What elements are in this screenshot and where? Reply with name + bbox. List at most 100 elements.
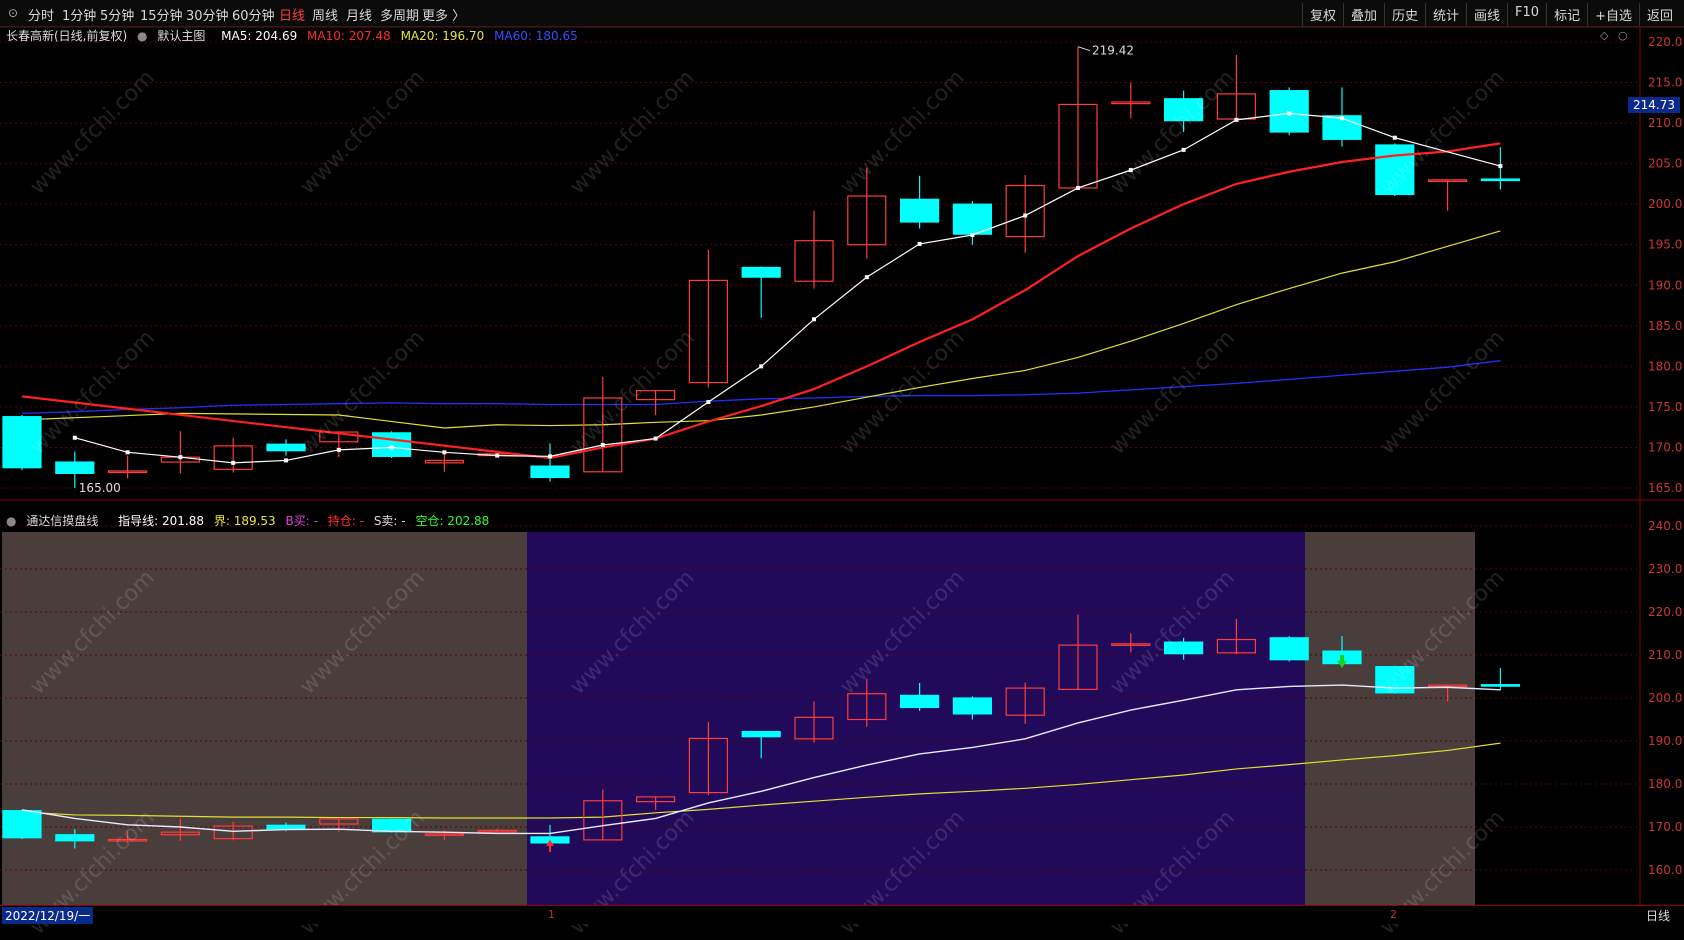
ma5-line-dot: [1234, 117, 1239, 122]
ma5-line-dot: [653, 436, 658, 441]
sub-axis-label: 190.0: [1648, 734, 1682, 748]
candle-body: [530, 465, 570, 479]
sub-candle-body: [55, 834, 95, 842]
main-axis-label: 210.0: [1648, 116, 1682, 130]
period-tab-9[interactable]: 多周期: [380, 5, 419, 24]
period-tab-8[interactable]: 月线: [346, 5, 372, 24]
ma5-line-dot: [1498, 164, 1503, 169]
period-tab-5[interactable]: 60分钟: [232, 5, 275, 24]
main-axis-label: 170.0: [1648, 440, 1682, 454]
candle-body: [55, 461, 95, 475]
period-label[interactable]: 日线: [1646, 907, 1670, 924]
ma5-line-dot: [125, 450, 130, 455]
ma20-value: MA20: 196.70: [400, 29, 485, 43]
period-tab-1[interactable]: 1分钟: [62, 5, 96, 24]
indicator-toggle-icon[interactable]: ●: [6, 514, 16, 528]
ma5-line-dot: [759, 364, 764, 369]
main-axis-label: 180.0: [1648, 359, 1682, 373]
toolbar-button-1[interactable]: 叠加: [1342, 3, 1384, 26]
period-tab-2[interactable]: 5分钟: [100, 5, 134, 24]
sub-legend: ● 通达信摸盘线 指导线: 201.88 界: 189.53 B买: - 持仓:…: [6, 512, 495, 529]
period-tab-3[interactable]: 15分钟: [140, 5, 183, 24]
candle-body: [372, 432, 412, 457]
zone-bg-1: [527, 532, 1305, 927]
ma5-line-dot: [1128, 168, 1133, 173]
candle-body: [899, 198, 940, 223]
sub-candle-body: [1480, 684, 1521, 687]
last-price-tag: 214.73: [1628, 97, 1680, 113]
sub-axis-label: 160.0: [1648, 863, 1682, 877]
template-icon: ●: [137, 29, 148, 43]
sub-axis-label: 210.0: [1648, 648, 1682, 662]
main-axis-label: 200.0: [1648, 197, 1682, 211]
toolbar-button-8[interactable]: 返回: [1638, 3, 1680, 26]
sub-axis-label: 220.0: [1648, 605, 1682, 619]
toolbar-button-3[interactable]: 统计: [1425, 3, 1466, 26]
hold-value: 持仓: -: [327, 514, 364, 528]
sub-candle-body: [1163, 641, 1204, 655]
toolbar-right-buttons: 复权 叠加 历史 统计 画线 F10 标记 +自选 返回: [1301, 3, 1680, 26]
period-tab-7[interactable]: 周线: [312, 5, 338, 24]
toolbar-button-6[interactable]: 标记: [1546, 3, 1587, 26]
ma5-line-dot: [1076, 185, 1080, 190]
time-axis: 2022/12/19/一 1 2 日线: [0, 905, 1684, 924]
toolbar-button-7[interactable]: +自选: [1587, 3, 1639, 26]
sub-candle-body: [266, 824, 306, 830]
back-icon[interactable]: ⊙: [8, 6, 18, 20]
ma5-line-dot: [1287, 111, 1292, 116]
sub-axis-label: 200.0: [1648, 691, 1682, 705]
period-tab-6[interactable]: 日线: [279, 5, 305, 24]
candle-body: [1163, 98, 1204, 122]
ma5-line-dot: [548, 454, 552, 459]
toolbar-button-5[interactable]: F10: [1507, 3, 1546, 26]
sub-candle-body: [1269, 637, 1309, 661]
ma5-line-dot: [1181, 147, 1186, 152]
template-selector[interactable]: ● 默认主图: [137, 29, 211, 43]
high-price-pointer: [1077, 46, 1091, 52]
zone-bg-2: [1305, 532, 1475, 927]
candle-body: [1269, 90, 1309, 133]
sub-candle-body: [2, 810, 42, 839]
period-tab-4[interactable]: 30分钟: [186, 5, 229, 24]
toolbar-button-2[interactable]: 历史: [1383, 3, 1425, 26]
candle-body: [266, 443, 306, 452]
ma5-line-dot: [495, 453, 500, 458]
ma5-line-dot: [178, 455, 183, 460]
period-tab-0[interactable]: 分时: [28, 5, 54, 24]
stock-title: 长春高新(日线,前复权): [6, 29, 128, 43]
toolbar-button-4[interactable]: 画线: [1466, 3, 1507, 26]
main-legend: 长春高新(日线,前复权) ● 默认主图 MA5: 204.69 MA10: 20…: [6, 27, 584, 44]
ma5-line-dot: [389, 445, 394, 450]
kline-chart[interactable]: 220.0 215.0 210.0 205.0 200.0 195.0 190.0 185.0…: [0, 26, 1684, 927]
candle-body: [2, 416, 42, 469]
diamond-icon: ◇: [1600, 29, 1609, 42]
ma5-line-dot: [284, 458, 288, 463]
ma5-line-dot: [812, 317, 816, 322]
ma5-line-dot: [1340, 116, 1344, 121]
sub-axis-label: 170.0: [1648, 820, 1682, 834]
main-axis-label: 215.0: [1648, 76, 1682, 90]
sell-value: S卖: -: [373, 514, 406, 528]
candle-body: [1480, 178, 1521, 182]
period-tab-10[interactable]: 更多 〉: [422, 5, 465, 24]
main-axis-label: 165.0: [1648, 481, 1682, 495]
ma5-line-dot: [1023, 213, 1028, 218]
ma5-line-dot: [970, 232, 975, 237]
time-tick-1: 1: [548, 908, 555, 921]
chart-area[interactable]: 220.0 215.0 210.0 205.0 200.0 195.0 190.0 185.0…: [0, 26, 1684, 927]
main-axis-label: 190.0: [1648, 278, 1682, 292]
sub-candle-body: [952, 697, 993, 715]
ma5-line-dot: [600, 443, 605, 448]
sub-axis-label: 230.0: [1648, 562, 1682, 576]
indicator-name: 通达信摸盘线: [26, 514, 99, 528]
ma60-value: MA60: 180.65: [494, 29, 578, 43]
toolbar-button-0[interactable]: 复权: [1301, 3, 1343, 26]
period-toolbar: ⊙ 分时 1分钟 5分钟 15分钟 30分钟 60分钟 日线 周线 月线 多周期 更多 〉 复权 叠加…: [0, 0, 1684, 27]
high-price-label: 219.42: [1092, 44, 1134, 58]
ma10-value: MA10: 207.48: [307, 29, 391, 43]
sub-candle-body: [1375, 666, 1415, 694]
main-axis-label: 195.0: [1648, 238, 1682, 252]
sub-candle-body: [372, 818, 412, 833]
circle-icon: ○: [1618, 29, 1628, 42]
template-label: 默认主图: [157, 29, 206, 43]
